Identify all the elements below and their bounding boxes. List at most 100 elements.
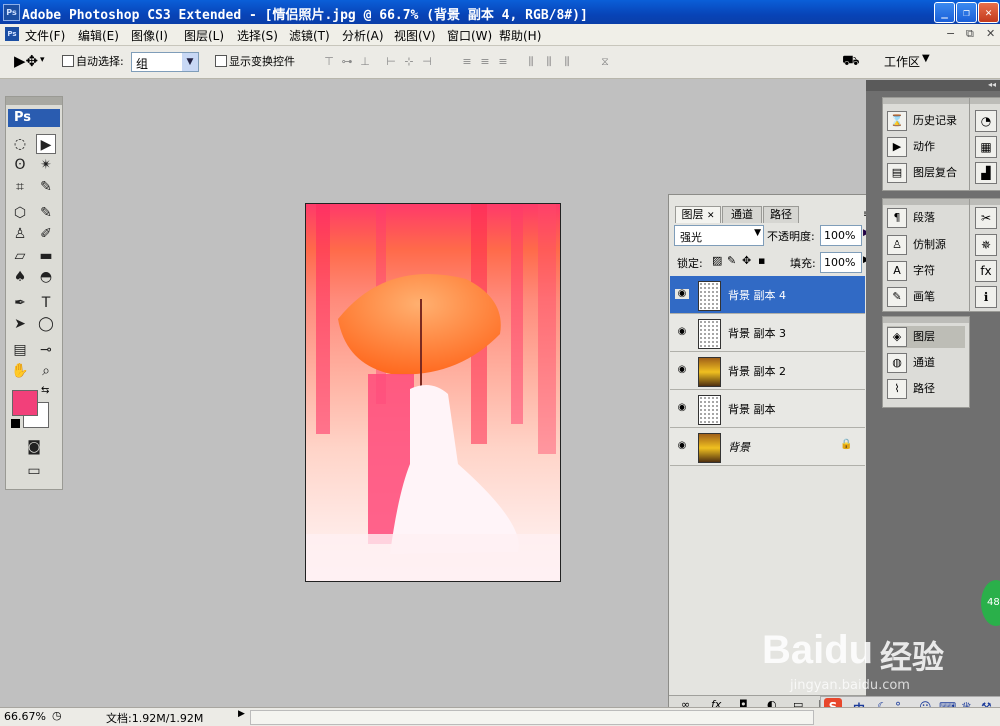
dodge-tool-icon[interactable]: ◓ (36, 267, 56, 287)
align-top-icon[interactable]: ⊤ (322, 55, 336, 68)
tool-presets-icon[interactable]: ✂ (975, 207, 997, 229)
layer-row[interactable]: ◉ 背景 副本 3 (670, 314, 865, 352)
navigator-icon[interactable]: ◔ (975, 110, 997, 132)
dock-item-brushes[interactable]: ✎ 画笔 (887, 286, 965, 308)
layer-row[interactable]: ◉ 背景 副本 (670, 390, 865, 428)
dock-item-character[interactable]: A 字符 (887, 260, 965, 282)
toolbox-header[interactable] (6, 97, 62, 105)
doc-close-icon[interactable]: ✕ (986, 27, 995, 40)
menu-layer[interactable]: 图层(L) (184, 27, 224, 44)
screen-mode-icon[interactable]: ▭ (24, 461, 44, 481)
eyedropper-tool-icon[interactable]: ⊸ (36, 340, 56, 360)
animation-icon[interactable]: ✵ (975, 234, 997, 256)
crop-tool-icon[interactable]: ⌗ (10, 177, 30, 197)
chevron-down-icon[interactable]: ▾ (40, 55, 45, 65)
zoom-level[interactable]: 66.67% (4, 710, 46, 723)
brush-tool-icon[interactable]: ✎ (36, 203, 56, 223)
distribute-top-icon[interactable]: ≡ (460, 55, 474, 68)
distribute-left-icon[interactable]: ⫼ (524, 55, 538, 68)
dock-item-layers[interactable]: ◈ 图层 (887, 326, 965, 348)
notes-tool-icon[interactable]: ▤ (10, 340, 30, 360)
distribute-bottom-icon[interactable]: ≡ (496, 55, 510, 68)
lasso-tool-icon[interactable]: ʘ (10, 155, 30, 175)
distribute-vcenter-icon[interactable]: ≡ (478, 55, 492, 68)
menu-view[interactable]: 视图(V) (394, 27, 436, 44)
maximize-button[interactable]: ❐ (956, 2, 977, 23)
menu-window[interactable]: 窗口(W) (447, 27, 492, 44)
eye-icon[interactable]: ◉ (675, 365, 689, 375)
dock-item-history[interactable]: ⌛ 历史记录 (887, 110, 965, 132)
move-tool-preset-icon[interactable]: ▶✥ (14, 52, 38, 70)
blur-tool-icon[interactable]: ♠ (10, 267, 30, 287)
floating-badge[interactable]: 48 (981, 580, 1000, 626)
histogram-icon[interactable]: ▟ (975, 162, 997, 184)
lock-position-icon[interactable]: ✥ (742, 254, 751, 267)
dock-collapse-icon[interactable]: ◂◂ (988, 80, 996, 89)
layer-row[interactable]: ◉ 背景 副本 4 (670, 276, 865, 314)
menu-file[interactable]: 文件(F) (25, 27, 65, 44)
swatches-icon[interactable]: ▦ (975, 136, 997, 158)
distribute-right-icon[interactable]: ⫼ (560, 55, 574, 68)
lock-transparency-icon[interactable]: ▨ (712, 254, 722, 267)
slice-tool-icon[interactable]: ✎ (36, 177, 56, 197)
type-tool-icon[interactable]: T (36, 293, 56, 313)
layer-row[interactable]: ◉ 背景 副本 2 (670, 352, 865, 390)
measurement-icon[interactable]: fx (975, 260, 997, 282)
auto-align-icon[interactable]: ⧖ (598, 55, 612, 68)
chevron-down-icon[interactable]: ▼ (922, 53, 930, 64)
menu-image[interactable]: 图像(I) (131, 27, 168, 44)
dock-item-paragraph[interactable]: ¶ 段落 (887, 207, 965, 229)
status-menu-arrow-icon[interactable]: ▶ (238, 709, 245, 719)
align-vcenter-icon[interactable]: ⊶ (340, 55, 354, 68)
dock-item-layer-comps[interactable]: ▤ 图层复合 (887, 162, 965, 184)
pen-tool-icon[interactable]: ✒ (10, 293, 30, 313)
foreground-color-swatch[interactable] (12, 390, 38, 416)
swap-colors-icon[interactable]: ⇆ (41, 385, 49, 396)
clone-stamp-tool-icon[interactable]: ♙ (10, 224, 30, 244)
hand-tool-icon[interactable]: ✋ (10, 361, 30, 381)
eye-icon[interactable]: ◉ (675, 327, 689, 337)
blend-mode-select[interactable]: 强光 ▼ (674, 225, 764, 246)
distribute-hcenter-icon[interactable]: ⫼ (542, 55, 556, 68)
ellipse-tool-icon[interactable]: ◯ (36, 314, 56, 334)
auto-select-dropdown[interactable]: 组 ▼ (131, 52, 199, 72)
menu-filter[interactable]: 滤镜(T) (289, 27, 330, 44)
fill-input[interactable]: 100% (820, 252, 862, 273)
status-preview-icon[interactable]: ◷ (52, 709, 62, 722)
eye-icon[interactable]: ◉ (675, 289, 689, 299)
dock-item-paths[interactable]: ⌇ 路径 (887, 378, 965, 400)
menu-edit[interactable]: 编辑(E) (78, 27, 119, 44)
horizontal-scrollbar[interactable] (250, 710, 814, 725)
menu-help[interactable]: 帮助(H) (499, 27, 541, 44)
move-tool-icon[interactable]: ▶ (36, 134, 56, 154)
history-brush-tool-icon[interactable]: ✐ (36, 224, 56, 244)
marquee-tool-icon[interactable]: ◌ (10, 134, 30, 154)
lock-image-icon[interactable]: ✎ (727, 254, 736, 267)
eye-icon[interactable]: ◉ (675, 441, 689, 451)
align-right-icon[interactable]: ⊣ (420, 55, 434, 68)
bridge-icon[interactable]: ⛟ (842, 53, 860, 71)
path-selection-tool-icon[interactable]: ➤ (10, 314, 30, 334)
close-icon[interactable]: ✕ (707, 211, 715, 221)
eye-icon[interactable]: ◉ (675, 403, 689, 413)
dock-item-actions[interactable]: ▶ 动作 (887, 136, 965, 158)
minimize-button[interactable]: _ (934, 2, 955, 23)
lock-all-icon[interactable]: ▪ (758, 254, 765, 267)
doc-restore-icon[interactable]: ⧉ (966, 27, 974, 41)
tab-paths[interactable]: 路径 (763, 206, 799, 223)
healing-brush-tool-icon[interactable]: ⬡ (10, 203, 30, 223)
show-transform-checkbox[interactable] (215, 55, 227, 67)
auto-select-checkbox[interactable] (62, 55, 74, 67)
layer-row[interactable]: ◉ 背景 🔒 (670, 428, 865, 466)
tab-channels[interactable]: 通道 (722, 206, 762, 223)
quick-mask-icon[interactable]: ◙ (24, 437, 44, 457)
menu-analysis[interactable]: 分析(A) (342, 27, 384, 44)
align-bottom-icon[interactable]: ⊥ (358, 55, 372, 68)
magic-wand-tool-icon[interactable]: ✴ (36, 155, 56, 175)
opacity-input[interactable]: 100% (820, 225, 862, 246)
gradient-tool-icon[interactable]: ▬ (36, 246, 56, 266)
menu-select[interactable]: 选择(S) (237, 27, 278, 44)
document-icon[interactable]: Ps (5, 27, 19, 41)
dock-item-clone-source[interactable]: ♙ 仿制源 (887, 234, 965, 256)
close-button[interactable]: ✕ (978, 2, 999, 23)
